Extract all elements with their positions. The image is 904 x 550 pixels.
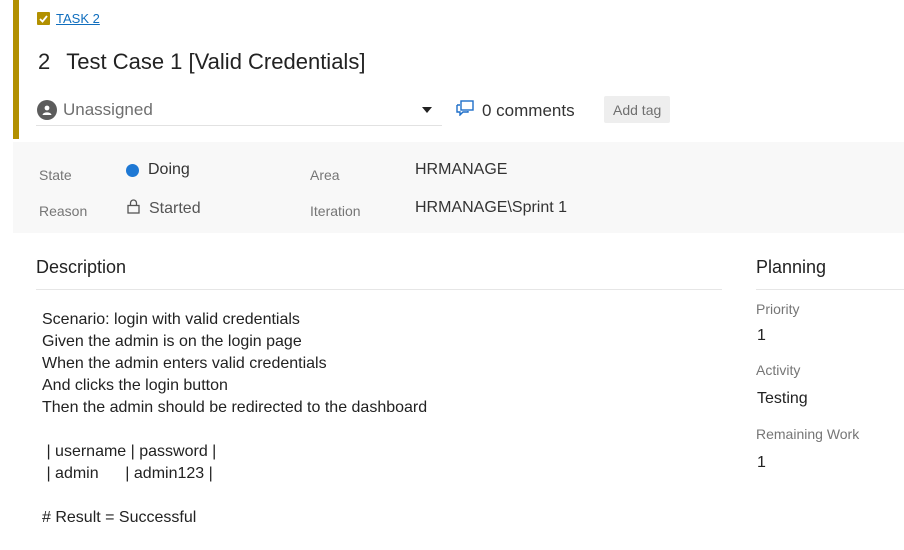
description-line [42, 485, 712, 507]
state-dot-icon [126, 163, 139, 177]
assigned-to-value: Unassigned [63, 100, 153, 119]
activity-label: Activity [756, 362, 801, 378]
work-item-title-text[interactable]: Test Case 1 [Valid Credentials] [66, 49, 365, 75]
area-value[interactable]: HRMANAGE [415, 161, 507, 179]
reason-label: Reason [39, 203, 88, 219]
assigned-to-dropdown[interactable]: Unassigned [36, 95, 442, 126]
description-line: Then the admin should be redirected to t… [42, 399, 428, 416]
description-line: Given the admin is on the login page [42, 333, 302, 350]
comments-count: 0 comments [482, 100, 575, 120]
priority-label: Priority [756, 301, 800, 317]
work-item-color-bar [13, 0, 19, 139]
task-type-label[interactable]: TASK 2 [56, 11, 100, 26]
dropdown-caret-icon[interactable] [422, 107, 432, 113]
area-label: Area [310, 167, 340, 183]
iteration-value[interactable]: HRMANAGE\Sprint 1 [415, 199, 567, 217]
description-divider [36, 289, 722, 290]
comments-icon [456, 100, 474, 121]
planning-header: Planning [756, 257, 827, 277]
work-item-fields: State Doing Reason Started Area HRMANAGE… [13, 142, 904, 233]
comments-link[interactable]: 0 comments [456, 100, 575, 121]
description-line: # Result = Successful [42, 509, 197, 526]
work-item-title[interactable]: 2 Test Case 1 [Valid Credentials] [38, 49, 365, 75]
iteration-label: Iteration [310, 203, 361, 219]
description-line: Scenario: login with valid credentials [42, 311, 300, 328]
description-line: And clicks the login button [42, 377, 228, 394]
lock-icon [127, 199, 140, 219]
description-header: Description [36, 257, 127, 277]
task-check-icon [37, 12, 50, 25]
state-value: Doing [148, 161, 190, 178]
description-editor[interactable]: Scenario: login with valid credentials G… [42, 309, 712, 529]
description-line: When the admin enters valid credentials [42, 355, 327, 372]
remaining-work-value[interactable]: 1 [757, 454, 766, 472]
planning-divider [756, 289, 904, 290]
activity-value[interactable]: Testing [757, 390, 808, 408]
description-line [42, 419, 712, 441]
person-icon [37, 100, 57, 120]
priority-value[interactable]: 1 [757, 327, 766, 345]
reason-field[interactable]: Started [127, 199, 201, 219]
add-tag-button[interactable]: Add tag [604, 96, 671, 123]
work-item-id: 2 [38, 49, 51, 74]
description-line: | admin | admin123 | [42, 465, 213, 482]
state-field[interactable]: Doing [126, 161, 190, 179]
reason-value: Started [149, 200, 201, 217]
description-line: | username | password | [42, 443, 217, 460]
remaining-work-label: Remaining Work [756, 426, 860, 442]
state-label: State [39, 167, 72, 183]
task-type-link[interactable]: TASK 2 [37, 11, 100, 26]
